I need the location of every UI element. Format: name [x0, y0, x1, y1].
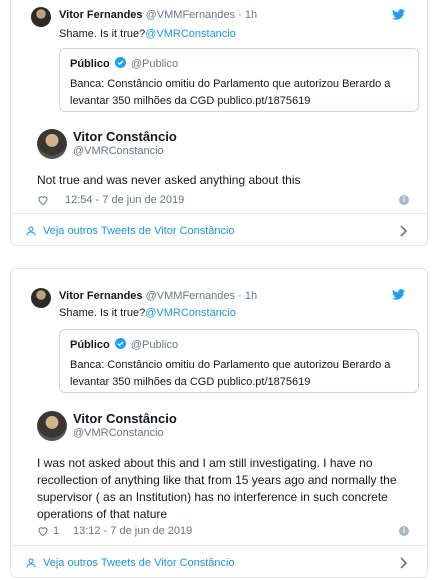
quote-text: Banca: Constâncio omitiu do Parlamento q…	[70, 78, 391, 107]
reply-author-name[interactable]: Vitor Fernandes	[59, 9, 143, 21]
quoted-tweet[interactable]: Público @Publico Banca: Constâncio omiti…	[59, 48, 419, 112]
quote-author-name: Público	[70, 58, 110, 70]
info-icon[interactable]: i	[399, 526, 409, 536]
tweet-timestamp[interactable]: 12:54 - 7 de jun de 2019	[65, 194, 184, 206]
reply-age[interactable]: 1h	[245, 9, 257, 21]
mention-link[interactable]: @VMRConstancio	[145, 307, 236, 319]
mention-link[interactable]: @VMRConstancio	[145, 28, 236, 40]
chevron-right-icon[interactable]	[399, 225, 409, 237]
verified-badge-icon	[114, 338, 126, 349]
quote-author-name: Público	[70, 339, 110, 351]
more-tweets-label[interactable]: Veja outros Tweets de Vitor Constâncio	[43, 557, 235, 569]
separator: ·	[238, 9, 242, 21]
heart-icon[interactable]	[37, 525, 49, 537]
tweet-text: I was not asked about this and I am stil…	[37, 456, 397, 521]
tweet-embed: Vitor Fernandes @VMMFernandes · 1h Shame…	[10, 0, 428, 246]
author-name[interactable]: Vitor Constâncio	[73, 411, 177, 426]
reply-text: Shame. Is it true?@VMRConstancio	[59, 307, 236, 319]
more-tweets-link[interactable]: Veja outros Tweets de Vitor Constâncio	[11, 213, 427, 247]
quoted-tweet[interactable]: Público @Publico Banca: Constâncio omiti…	[59, 329, 419, 393]
author-handle[interactable]: @VMRConstancio	[73, 145, 164, 157]
tweet-meta: 1 13:12 - 7 de jun de 2019 i	[37, 524, 411, 540]
chevron-right-icon[interactable]	[399, 557, 409, 569]
info-icon[interactable]: i	[399, 195, 409, 205]
like-count: 1	[53, 525, 60, 537]
avatar[interactable]	[31, 288, 51, 308]
person-icon	[26, 558, 36, 568]
quote-text: Banca: Constâncio omitiu do Parlamento q…	[70, 359, 391, 388]
heart-icon[interactable]	[37, 194, 49, 206]
reply-author-handle[interactable]: @VMMFernandes	[146, 290, 235, 302]
avatar[interactable]	[37, 129, 67, 159]
separator: ·	[238, 290, 242, 302]
reply-text: Shame. Is it true?@VMRConstancio	[59, 28, 236, 40]
avatar[interactable]	[37, 411, 67, 441]
verified-badge-icon	[114, 57, 126, 68]
twitter-bird-icon[interactable]	[392, 9, 405, 20]
reply-age[interactable]: 1h	[245, 290, 257, 302]
person-icon	[26, 226, 36, 236]
author-handle[interactable]: @VMRConstancio	[73, 427, 164, 439]
tweet-timestamp[interactable]: 13:12 - 7 de jun de 2019	[73, 525, 192, 537]
reply-author-name[interactable]: Vitor Fernandes	[59, 290, 143, 302]
reply-author-handle[interactable]: @VMMFernandes	[146, 9, 235, 21]
tweet-text: Not true and was never asked anything ab…	[37, 173, 301, 187]
avatar[interactable]	[31, 7, 51, 27]
tweet-meta: 12:54 - 7 de jun de 2019 i	[37, 193, 411, 209]
more-tweets-label[interactable]: Veja outros Tweets de Vitor Constâncio	[43, 225, 235, 237]
quote-author-handle: @Publico	[130, 58, 179, 70]
reply-header: Vitor Fernandes @VMMFernandes · 1h	[31, 288, 411, 308]
author-name[interactable]: Vitor Constâncio	[73, 129, 177, 144]
more-tweets-link[interactable]: Veja outros Tweets de Vitor Constâncio	[11, 545, 427, 579]
twitter-bird-icon[interactable]	[392, 289, 405, 300]
tweet-embed: Vitor Fernandes @VMMFernandes · 1h Shame…	[10, 268, 428, 578]
quote-author-handle: @Publico	[130, 339, 179, 351]
reply-header: Vitor Fernandes @VMMFernandes · 1h	[31, 7, 411, 27]
